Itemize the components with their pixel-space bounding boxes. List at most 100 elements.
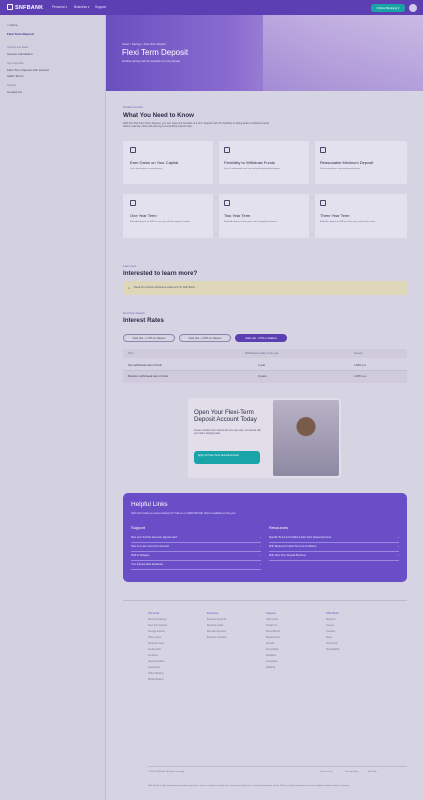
footer-link[interactable]: News (326, 637, 332, 639)
rate-tab[interactable]: Cash rate - 1.75% on balance (123, 334, 175, 342)
footer-link[interactable]: Security (266, 643, 274, 645)
card-desc: Up to 3 withdrawals per term without bre… (224, 168, 281, 170)
footer-link[interactable]: Mobile Banking (148, 679, 164, 681)
sidebar-back-link[interactable]: < Home (7, 23, 18, 27)
sidebar-item-flexi-term-deposit[interactable]: Flexi Term Deposit with Interest (7, 68, 49, 72)
sidebar-group-heading: Support (7, 84, 17, 87)
support-heading: Support (131, 525, 146, 530)
feature-card: Earn Gains on Your Capital Get a fixed r… (123, 141, 213, 184)
table-row: Maximum withdrawal view of funds 3 years… (123, 371, 407, 383)
card-title: Reasonable Minimum Deposit (320, 160, 374, 165)
footer-link[interactable]: Find a Branch (266, 631, 280, 633)
footer-link[interactable]: Business Insurance (207, 637, 227, 639)
sidebar-item-contact-us[interactable]: Contact Us (7, 90, 22, 94)
coins-icon (320, 147, 326, 153)
footer-bottom-link[interactable]: Terms of use (320, 771, 333, 773)
footer-bottom-link[interactable]: Privacy Policy (345, 771, 359, 773)
table-cell: 2.20% p.a. (354, 375, 367, 378)
footer-bottom-link[interactable]: Site Map (368, 771, 377, 773)
footer-link[interactable]: Report Fraud (266, 637, 280, 639)
footer-link[interactable]: Feedback (266, 655, 276, 657)
sidebar-item-interest-calculation[interactable]: Interest Calculation (7, 52, 33, 56)
chevron-right-icon: › (260, 554, 261, 557)
footer-link[interactable]: Personal Loans (148, 643, 164, 645)
footer-link[interactable]: Online Banking (148, 673, 164, 675)
card-desc: A flexible deposit of two years with com… (224, 221, 278, 223)
table-cell: 1.50% p.a. (354, 364, 367, 367)
apply-button-label: Apply for Flexi Term Deposit Account (198, 453, 239, 457)
footer-link[interactable]: Savings Account (148, 631, 165, 633)
notice-banner: ● Read the product disclosure statement … (123, 281, 407, 295)
footer-link[interactable]: Superannuation (148, 661, 164, 663)
support-link[interactable]: How can I find the best term deposit rat… (131, 536, 261, 543)
footer-bottom-divider (148, 766, 407, 767)
calendar-icon (224, 200, 230, 206)
footer-link[interactable]: Careers (326, 625, 334, 627)
sidebar-current-page[interactable]: Flexi Term Deposit (7, 32, 34, 36)
footer-link[interactable]: Accessibility (266, 649, 279, 651)
table-cell: 1 year (258, 364, 266, 367)
sidebar-group-heading: Term Deposits (7, 62, 24, 65)
footer-link[interactable]: About Us (326, 619, 335, 621)
footer-link[interactable]: Investments (148, 667, 160, 669)
footer-link[interactable]: Business Loans (207, 625, 223, 627)
resource-link[interactable]: SNF Flexi Term Deposit Brochure › (269, 554, 399, 561)
footer-link[interactable]: Insurance (148, 655, 158, 657)
calendar-icon (320, 200, 326, 206)
card-title: Three Year Term (320, 213, 350, 218)
support-link[interactable]: How do I earn more from interest? › (131, 545, 261, 552)
feature-card: Reasonable Minimum Deposit Start saving … (315, 141, 407, 184)
promo-card: Open Your Flexi-Term Deposit Account Tod… (188, 398, 341, 478)
chevron-right-icon: › (260, 563, 261, 566)
resource-link[interactable]: Specific Terms & Conditions Flexi Term D… (269, 536, 399, 543)
hero-banner: Home > Savings > Flexi Term Deposit Flex… (106, 15, 423, 91)
section-eyebrow: Learn more (123, 265, 137, 268)
footer-link[interactable]: Flexi Term Deposit (148, 625, 167, 627)
support-link[interactable]: Your Interest Rate Explained › (131, 563, 261, 570)
column-header: Interest (354, 352, 363, 355)
footer-link[interactable]: Bank and Savings (148, 619, 167, 621)
footer-column-heading: SNF Bank (326, 611, 339, 615)
nav-business[interactable]: Business ▾ (74, 5, 89, 9)
rate-tab-active[interactable]: Cash rate - 2.5% on balance (235, 334, 287, 342)
footer-link[interactable]: Help Centre (266, 619, 278, 621)
sidebar-item-static-terms[interactable]: Static Terms (7, 74, 23, 78)
hero-subtitle: Flexible savings with the benefits of a … (122, 60, 180, 63)
notice-text[interactable]: Read the product disclosure statement fo… (134, 286, 195, 289)
nav-personal[interactable]: Personal ▾ (52, 5, 67, 9)
apply-button[interactable]: Apply for Flexi Term Deposit Account (194, 451, 260, 464)
nav-support[interactable]: Support (95, 5, 106, 9)
section-title: What You Need to Know (123, 112, 194, 119)
resource-link[interactable]: SNF Business Product Terms & Conditions › (269, 545, 399, 552)
column-header: Term (128, 352, 134, 355)
rates-table-header: Term Withdrawal penalty in the year Inte… (123, 349, 407, 358)
card-title: Two Year Term (224, 213, 251, 218)
rate-tab[interactable]: Cash rate - 2.25% on balance (179, 334, 231, 342)
section-title: Interest Rates (123, 317, 164, 324)
footer-link[interactable]: Credit Cards (148, 649, 161, 651)
online-banking-button[interactable]: Online Banking ▾ (371, 3, 405, 12)
feature-card: One Year Term A flexible deposit in SNF … (123, 194, 213, 238)
table-cell: Non-withdrawal view of funds (128, 364, 162, 367)
table-cell: 3 years (258, 375, 267, 378)
resources-heading: Resources (269, 525, 289, 530)
footer-link[interactable]: Investors (326, 631, 335, 633)
feature-card: Three Year Term A flexible deposit in SN… (315, 194, 407, 238)
footer-link[interactable]: Home Loans (148, 637, 161, 639)
support-link[interactable]: Tariff of Charges › (131, 554, 261, 561)
footer-link[interactable]: Community (326, 643, 338, 645)
footer-link[interactable]: Merchant Services (207, 631, 226, 633)
card-desc: A flexible deposit in SNF for three year… (320, 221, 376, 223)
brand-logo[interactable]: SNFBANK (7, 4, 43, 11)
footer-link[interactable]: Complaints (266, 661, 278, 663)
info-icon: ● (128, 286, 130, 290)
footer-link[interactable]: Business Accounts (207, 619, 226, 621)
footer-link[interactable]: Sustainability (326, 649, 340, 651)
page-title: Flexi Term Deposit (122, 48, 189, 57)
footer-link[interactable]: Hardship (266, 667, 275, 669)
promo-body: Create a flexible term deposit with one … (194, 430, 261, 435)
footer-link[interactable]: Contact Us (266, 625, 277, 627)
top-navigation: SNFBANK Personal ▾ Business ▾ Support On… (0, 0, 423, 15)
card-title: One Year Term (130, 213, 157, 218)
user-avatar[interactable] (409, 3, 417, 12)
